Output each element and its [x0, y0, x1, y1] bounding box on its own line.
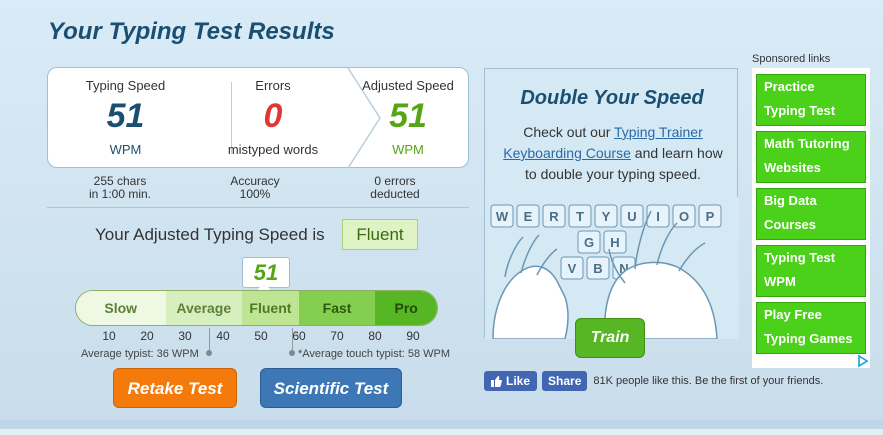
promo-title: Double Your Speed: [520, 87, 704, 109]
touch-typist-marker: [292, 328, 293, 352]
ad-link-play-free-typing-games[interactable]: Play Free Typing Games: [756, 302, 866, 354]
touch-typist-note: *Average touch typist: 58 WPM: [298, 348, 451, 360]
deducted-label: deducted: [370, 187, 420, 201]
tick-label: 70: [330, 329, 344, 343]
typing-speed-unit: WPM: [109, 142, 142, 157]
tick-label: 30: [178, 329, 192, 343]
tick-label: 80: [368, 329, 382, 343]
train-button[interactable]: Train: [575, 318, 645, 358]
deduction-note: 0 errors deducted: [330, 175, 460, 201]
results-panel: Typing Speed 51 WPM Errors 0 mistyped wo…: [47, 67, 469, 168]
adjusted-speed-value: 51: [389, 97, 427, 135]
chars-note: 255 chars in 1:00 min.: [55, 175, 185, 201]
errors-value: 0: [263, 97, 283, 135]
tick-label: 90: [406, 329, 420, 343]
key-b: B: [593, 261, 602, 276]
time-elapsed: in 1:00 min.: [88, 187, 152, 201]
adjusted-speed-stat: Adjusted Speed 51 WPM: [333, 68, 483, 168]
promo-panel: Double Your Speed Check out our Typing T…: [484, 68, 739, 339]
ad-link-big-data-courses[interactable]: Big Data Courses: [756, 188, 866, 240]
errors-stat: Errors 0 mistyped words: [198, 68, 348, 168]
tick-label: 50: [254, 329, 268, 343]
touch-typist-dot: [289, 350, 295, 356]
keyboarding-course-link[interactable]: Keyboarding Course: [503, 145, 631, 161]
ad-link-math-tutoring[interactable]: Math Tutoring Websites: [756, 131, 866, 183]
average-typist-dot: [206, 350, 212, 356]
facebook-like-count: 81K people like this. Be the first of yo…: [593, 375, 824, 387]
scale-segment-average: Average: [165, 291, 243, 325]
facebook-bar: Like Share 81K people like this. Be the …: [484, 371, 823, 391]
tick-label: 60: [292, 329, 306, 343]
adjusted-speed-statement: Your Adjusted Typing Speed is: [95, 225, 325, 244]
speed-scale-bar: Slow Average Fluent Fast Pro: [75, 290, 438, 326]
sponsored-links-label: Sponsored links: [752, 53, 831, 65]
key-w: W: [496, 209, 509, 224]
facebook-share-button[interactable]: Share: [542, 371, 588, 391]
section-divider: [47, 207, 469, 208]
key-v: V: [568, 261, 577, 276]
tick-label: 10: [102, 329, 116, 343]
key-g: G: [584, 235, 594, 250]
key-u: U: [627, 209, 636, 224]
typing-speed-stat: Typing Speed 51 WPM: [58, 68, 193, 168]
key-e: E: [524, 209, 533, 224]
typing-speed-label: Typing Speed: [85, 78, 166, 93]
key-row-1: W E R T Y U I O P: [490, 204, 722, 228]
scale-segment-pro: Pro: [375, 291, 437, 325]
scale-segment-fluent: Fluent: [242, 291, 299, 325]
errors-unit: mistyped words: [227, 142, 319, 157]
key-p: P: [706, 209, 715, 224]
average-typist-marker: [209, 328, 210, 352]
tick-label: 20: [140, 329, 154, 343]
adchoices-icon[interactable]: [855, 354, 869, 368]
key-i: I: [656, 209, 660, 224]
sponsored-links-panel: Practice Typing Test Math Tutoring Websi…: [752, 68, 870, 368]
retake-test-button[interactable]: Retake Test: [113, 368, 237, 408]
typing-trainer-link[interactable]: Typing Trainer: [614, 124, 703, 140]
errors-label: Errors: [255, 78, 291, 93]
scale-segment-slow: Slow: [76, 291, 166, 325]
facebook-like-button[interactable]: Like: [484, 371, 538, 391]
adjusted-speed-unit: WPM: [392, 142, 424, 157]
promo-text-before: Check out our: [523, 124, 615, 140]
typing-speed-value: 51: [106, 97, 145, 135]
ad-link-practice-typing-test[interactable]: Practice Typing Test: [756, 74, 866, 126]
ad-link-typing-test-wpm[interactable]: Typing Test WPM: [756, 245, 866, 297]
average-typist-note: Average typist: 36 WPM: [81, 348, 199, 360]
footer-strip: [0, 429, 883, 435]
scale-segment-fast: Fast: [298, 291, 376, 325]
like-label: Like: [506, 374, 531, 388]
accuracy-note: Accuracy 100%: [190, 175, 320, 201]
key-y: Y: [602, 209, 611, 224]
speed-marker: 51: [242, 257, 290, 288]
speed-level-badge: Fluent: [342, 219, 418, 250]
adjusted-speed-label: Adjusted Speed: [362, 78, 454, 93]
page-title: Your Typing Test Results: [48, 18, 335, 45]
promo-text: Check out our Typing Trainer Keyboarding…: [499, 122, 727, 185]
key-o: O: [679, 209, 689, 224]
key-r: R: [549, 209, 559, 224]
key-h: H: [610, 235, 619, 250]
scientific-test-button[interactable]: Scientific Test: [260, 368, 402, 408]
accuracy-value: 100%: [239, 187, 271, 201]
thumbs-up-icon: [491, 375, 502, 387]
tick-label: 40: [216, 329, 230, 343]
key-t: T: [576, 209, 584, 224]
